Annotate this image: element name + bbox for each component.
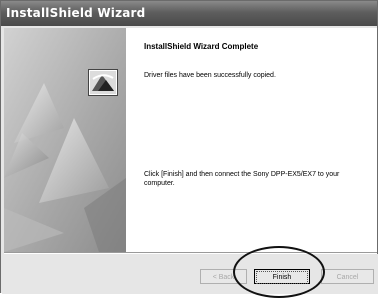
finish-button[interactable]: Finish <box>254 269 310 284</box>
title-bar[interactable]: InstallShield Wizard <box>1 1 377 26</box>
finish-button-label: Finish <box>256 271 308 284</box>
installshield-logo-icon <box>88 69 118 96</box>
installshield-window: InstallShield Wizard InstallShield Wizar… <box>0 0 378 298</box>
side-panel-artwork <box>4 28 126 252</box>
instruction-text: Click [Finish] and then connect the Sony… <box>144 171 340 187</box>
cancel-button[interactable]: Cancel <box>321 269 374 284</box>
back-button[interactable]: < Back <box>200 269 247 284</box>
wizard-content-pane <box>126 28 377 252</box>
wizard-heading: InstallShield Wizard Complete <box>144 42 259 51</box>
status-message: Driver files have been successfully copi… <box>144 72 276 79</box>
footer-separator <box>4 252 377 254</box>
window-title: InstallShield Wizard <box>6 6 146 20</box>
wizard-side-panel <box>4 28 126 252</box>
